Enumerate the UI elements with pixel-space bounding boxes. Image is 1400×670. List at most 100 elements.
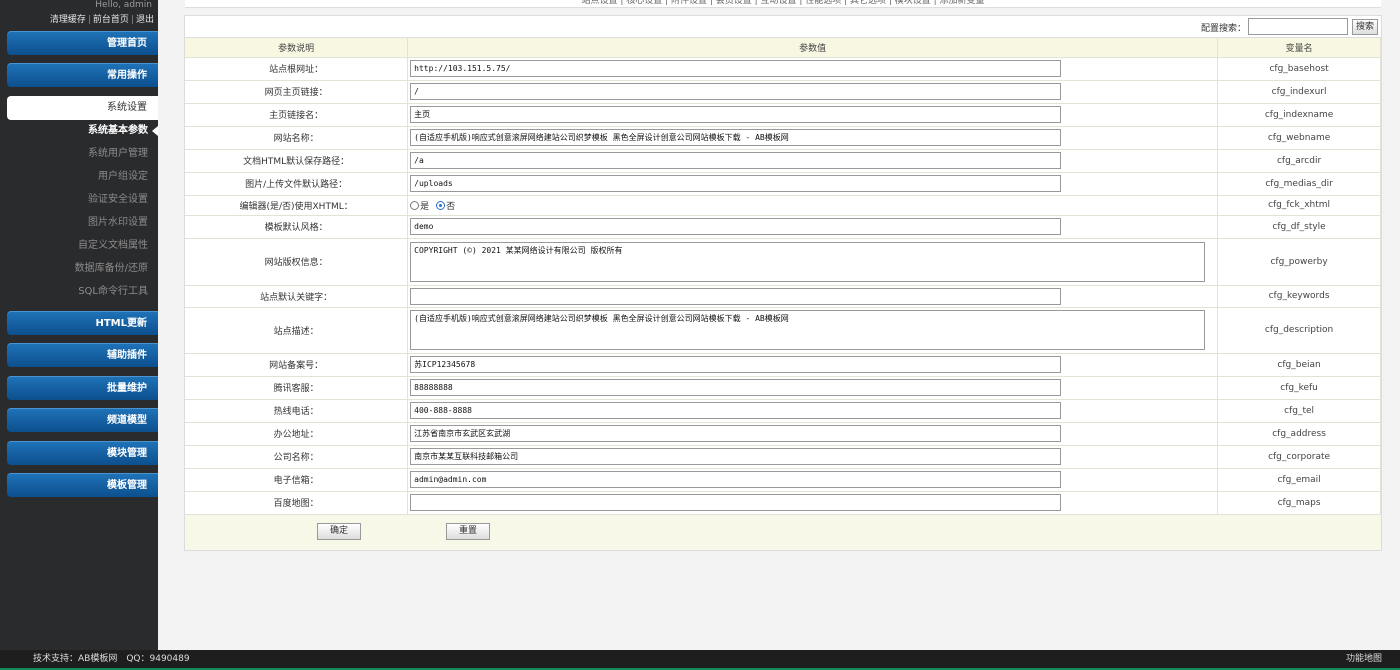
row-label: 站点根网址：	[185, 57, 409, 81]
subitem-watermark[interactable]: 图片水印设置	[0, 216, 148, 230]
row-var: cfg_indexurl	[1217, 80, 1381, 104]
medias-dir-input[interactable]: /uploads	[410, 175, 1062, 192]
xhtml-yes-radio[interactable]	[410, 200, 420, 210]
search-input[interactable]	[1248, 18, 1348, 35]
subitem-custom-attrs[interactable]: 自定义文档属性	[0, 239, 148, 253]
row-label: 百度地图：	[185, 491, 409, 515]
row-var: cfg_corporate	[1217, 445, 1381, 469]
footer: 技术支持：AB模板网 QQ：9490489 功能地图	[0, 650, 1400, 670]
subitem-basic-params[interactable]: 系统基本参数	[0, 124, 148, 138]
row-label: 腾讯客服：	[185, 376, 409, 400]
row-var: cfg_powerby	[1217, 238, 1381, 286]
header-description: 参数说明	[185, 38, 409, 58]
table-row: 网站名称： (自适应手机版)响应式创意滚屏网络建站公司织梦模板 黑色全屏设计创意…	[185, 126, 1381, 150]
arcdir-input[interactable]: /a	[410, 152, 1062, 169]
table-row: 站点根网址： http://103.151.5.75/ cfg_basehost	[185, 57, 1381, 81]
sitemap-link[interactable]: 功能地图	[1346, 650, 1382, 668]
header-variable: 变量名	[1217, 38, 1381, 58]
settings-tabs[interactable]: 站点设置 | 核心设置 | 附件设置 | 会员设置 | 互动设置 | 性能选项 …	[185, 0, 1381, 8]
maps-input[interactable]	[410, 494, 1062, 511]
row-label: 网页主页链接：	[185, 80, 409, 104]
keywords-input[interactable]	[410, 287, 1062, 305]
clear-cache-link[interactable]: 清理缓存	[50, 15, 86, 25]
logout-link[interactable]: 退出	[136, 15, 154, 25]
table-row: 热线电话： 400-888-8888 cfg_tel	[185, 399, 1381, 423]
menu-system-settings[interactable]: 系统设置	[7, 96, 158, 120]
table-row: 站点描述： (自适应手机版)响应式创意滚屏网络建站公司织梦模板 黑色全屏设计创意…	[185, 307, 1381, 354]
table-row: 电子信箱： admin@admin.com cfg_email	[185, 468, 1381, 492]
kefu-input[interactable]: 88888888	[410, 379, 1062, 396]
confirm-button[interactable]: 确定	[317, 523, 361, 540]
row-label: 编辑器(是/否)使用XHTML：	[185, 195, 409, 216]
row-label: 网站版权信息：	[185, 238, 409, 286]
row-var: cfg_keywords	[1217, 285, 1381, 308]
row-var: cfg_df_style	[1217, 215, 1381, 239]
reset-button[interactable]: 重置	[446, 523, 490, 540]
subitem-security[interactable]: 验证安全设置	[0, 193, 148, 207]
xhtml-no-radio[interactable]	[436, 200, 446, 210]
row-var: cfg_medias_dir	[1217, 172, 1381, 196]
menu-templates[interactable]: 模板管理	[7, 473, 158, 497]
table-row: 模板默认风格： demo cfg_df_style	[185, 215, 1381, 239]
menu-html-update[interactable]: HTML更新	[7, 311, 158, 335]
tel-input[interactable]: 400-888-8888	[410, 402, 1062, 419]
row-label: 网站备案号：	[185, 353, 409, 377]
menu-batch[interactable]: 批量维护	[7, 376, 158, 400]
table-row: 网站版权信息： COPYRIGHT (©) 2021 某某网络设计有限公司 版权…	[185, 238, 1381, 286]
header-links: 清理缓存 | 前台首页 | 退出	[49, 15, 154, 25]
row-var: cfg_maps	[1217, 491, 1381, 515]
df-style-input[interactable]: demo	[410, 218, 1062, 235]
subitem-db-backup[interactable]: 数据库备份/还原	[0, 262, 148, 276]
indexname-input[interactable]: 主页	[410, 106, 1062, 123]
row-var: cfg_email	[1217, 468, 1381, 492]
row-label: 公司名称：	[185, 445, 409, 469]
row-label: 图片/上传文件默认路径：	[185, 172, 409, 196]
search-button[interactable]: 搜索	[1352, 19, 1378, 35]
subitem-sql-tool[interactable]: SQL命令行工具	[0, 285, 148, 299]
webname-input[interactable]: (自适应手机版)响应式创意滚屏网络建站公司织梦模板 黑色全屏设计创意公司网站模板…	[410, 129, 1062, 146]
basehost-input[interactable]: http://103.151.5.75/	[410, 60, 1062, 77]
subitem-user-groups[interactable]: 用户组设定	[0, 170, 148, 184]
menu-plugins[interactable]: 辅助插件	[7, 343, 158, 367]
table-row: 图片/上传文件默认路径： /uploads cfg_medias_dir	[185, 172, 1381, 196]
table-row: 网页主页链接： / cfg_indexurl	[185, 80, 1381, 104]
menu-modules[interactable]: 模块管理	[7, 441, 158, 465]
row-var: cfg_address	[1217, 422, 1381, 446]
corporate-input[interactable]: 南京市某某互联科技邮箱公司	[410, 448, 1062, 465]
search-bar: 配置搜索： 搜索	[185, 16, 1381, 38]
beian-input[interactable]: 苏ICP12345678	[410, 356, 1062, 373]
menu-common-ops[interactable]: 常用操作	[7, 63, 158, 87]
table-row: 站点默认关键字： cfg_keywords	[185, 285, 1381, 308]
greeting: Hello, admin	[95, 0, 152, 10]
description-textarea[interactable]: (自适应手机版)响应式创意滚屏网络建站公司织梦模板 黑色全屏设计创意公司网站模板…	[410, 310, 1206, 350]
row-label: 站点默认关键字：	[185, 285, 409, 308]
row-var: cfg_description	[1217, 307, 1381, 354]
table-header: 参数说明 参数值 变量名	[185, 38, 1381, 58]
row-label: 热线电话：	[185, 399, 409, 423]
row-label: 办公地址：	[185, 422, 409, 446]
search-label: 配置搜索：	[1201, 24, 1247, 34]
address-input[interactable]: 江苏省南京市玄武区玄武湖	[410, 425, 1062, 442]
email-input[interactable]: admin@admin.com	[410, 471, 1062, 488]
row-var: cfg_tel	[1217, 399, 1381, 423]
header-value: 参数值	[407, 38, 1219, 58]
xhtml-no-label: 否	[446, 201, 456, 212]
frontpage-link[interactable]: 前台首页	[93, 15, 129, 25]
menu-admin-home[interactable]: 管理首页	[7, 31, 158, 55]
indexurl-input[interactable]: /	[410, 83, 1062, 100]
config-table: 参数说明 参数值 变量名 站点根网址： http://103.151.5.75/…	[185, 38, 1381, 515]
row-var: cfg_webname	[1217, 126, 1381, 150]
sidebar: Hello, admin 清理缓存 | 前台首页 | 退出 管理首页 常用操作 系统设置…	[0, 0, 158, 650]
row-var: cfg_fck_xhtml	[1217, 195, 1381, 216]
table-row: 百度地图： cfg_maps	[185, 491, 1381, 515]
row-var: cfg_basehost	[1217, 57, 1381, 81]
row-var: cfg_indexname	[1217, 103, 1381, 127]
row-var: cfg_arcdir	[1217, 149, 1381, 173]
table-row: 网站备案号： 苏ICP12345678 cfg_beian	[185, 353, 1381, 377]
row-var: cfg_beian	[1217, 353, 1381, 377]
subitem-user-management[interactable]: 系统用户管理	[0, 147, 148, 161]
powerby-textarea[interactable]: COPYRIGHT (©) 2021 某某网络设计有限公司 版权所有	[410, 241, 1206, 282]
table-row: 公司名称： 南京市某某互联科技邮箱公司 cfg_corporate	[185, 445, 1381, 469]
xhtml-yes-label: 是	[420, 201, 430, 212]
menu-channel-models[interactable]: 频道模型	[7, 408, 158, 432]
